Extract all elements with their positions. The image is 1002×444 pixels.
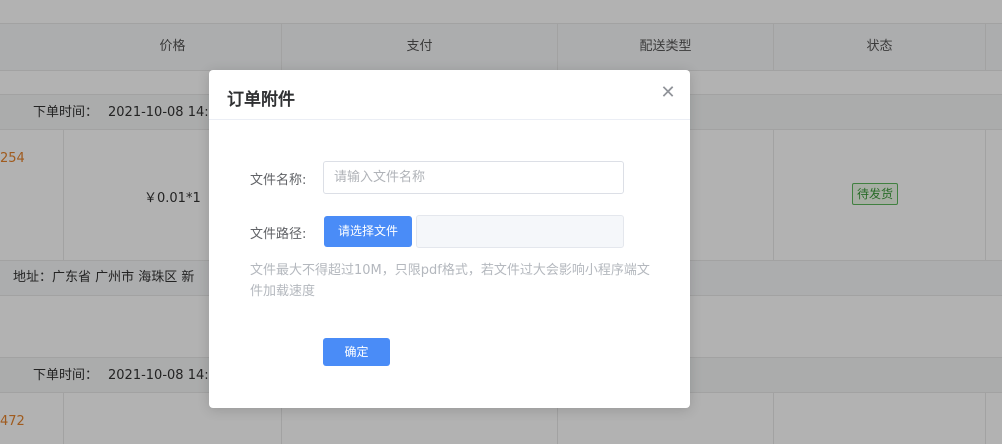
file-name-input[interactable] [323,161,624,194]
choose-file-button[interactable]: 请选择文件 [324,216,412,247]
order-attachment-dialog: 订单附件 ✕ 文件名称: 文件路径: 请选择文件 文件最大不得超过10M，只限p… [209,70,690,408]
confirm-button[interactable]: 确定 [323,338,390,366]
file-path-label: 文件路径: [250,227,307,242]
dialog-title: 订单附件 [227,90,295,110]
close-icon[interactable]: ✕ [658,83,678,103]
file-path-display [416,215,624,248]
dialog-header: 订单附件 ✕ [209,70,690,120]
upload-hint: 文件最大不得超过10M，只限pdf格式，若文件过大会影响小程序端文件加载速度 [250,263,650,299]
file-name-label: 文件名称: [250,173,307,188]
